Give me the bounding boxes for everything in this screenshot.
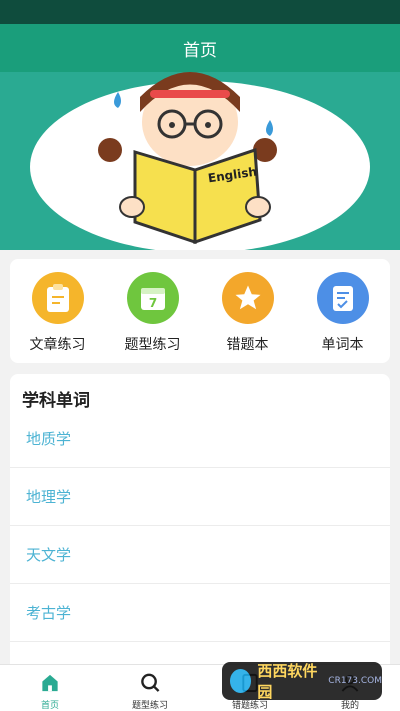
- subject-word-item[interactable]: 地理学: [10, 468, 390, 526]
- tab-home[interactable]: 首页: [0, 665, 100, 711]
- subject-word-item[interactable]: 考古学: [10, 584, 390, 642]
- subject-words-card: 学科单词 地质学 地理学 天文学 考古学: [10, 374, 390, 674]
- calendar-icon: 7: [126, 272, 179, 324]
- search-icon: [141, 673, 160, 692]
- subject-words-title: 学科单词: [22, 391, 90, 411]
- watermark-logo-icon: [230, 669, 252, 693]
- tab-label: 题型练习: [131, 701, 168, 711]
- quick-actions-card: 文章练习 7 题型练习 错题本 单词本: [10, 259, 390, 363]
- quick-action-label: 文章练习: [29, 337, 86, 353]
- watermark-text: 西西软件园: [257, 662, 318, 701]
- quick-action-vocabulary-book[interactable]: 单词本: [303, 272, 383, 354]
- subject-word-item[interactable]: 地质学: [10, 410, 390, 468]
- page-title-text: 首页: [183, 40, 217, 61]
- quick-action-label: 单词本: [321, 337, 364, 353]
- checklist-icon: [316, 272, 369, 324]
- watermark: 西西软件园 CR173.COM: [222, 662, 382, 701]
- quick-action-article-practice[interactable]: 文章练习: [18, 272, 98, 354]
- watermark-sub: CR173.COM: [328, 676, 382, 686]
- tab-label: 首页: [40, 701, 59, 711]
- quick-action-question-type-practice[interactable]: 7 题型练习: [113, 272, 193, 354]
- page-title: 首页: [0, 24, 400, 72]
- subject-word-item[interactable]: 天文学: [10, 526, 390, 584]
- quick-action-label: 题型练习: [124, 337, 181, 353]
- calendar-number: 7: [148, 296, 156, 310]
- quick-action-wrong-answers-book[interactable]: 错题本: [208, 272, 288, 354]
- star-icon: [221, 272, 274, 324]
- banner-illustration: English: [0, 72, 400, 250]
- home-icon: [42, 674, 58, 692]
- quick-action-label: 错题本: [226, 337, 269, 353]
- banner: English: [0, 72, 400, 250]
- tab-question-type-practice[interactable]: 题型练习: [100, 665, 200, 711]
- status-bar: [0, 0, 400, 24]
- clipboard-icon: [31, 272, 84, 324]
